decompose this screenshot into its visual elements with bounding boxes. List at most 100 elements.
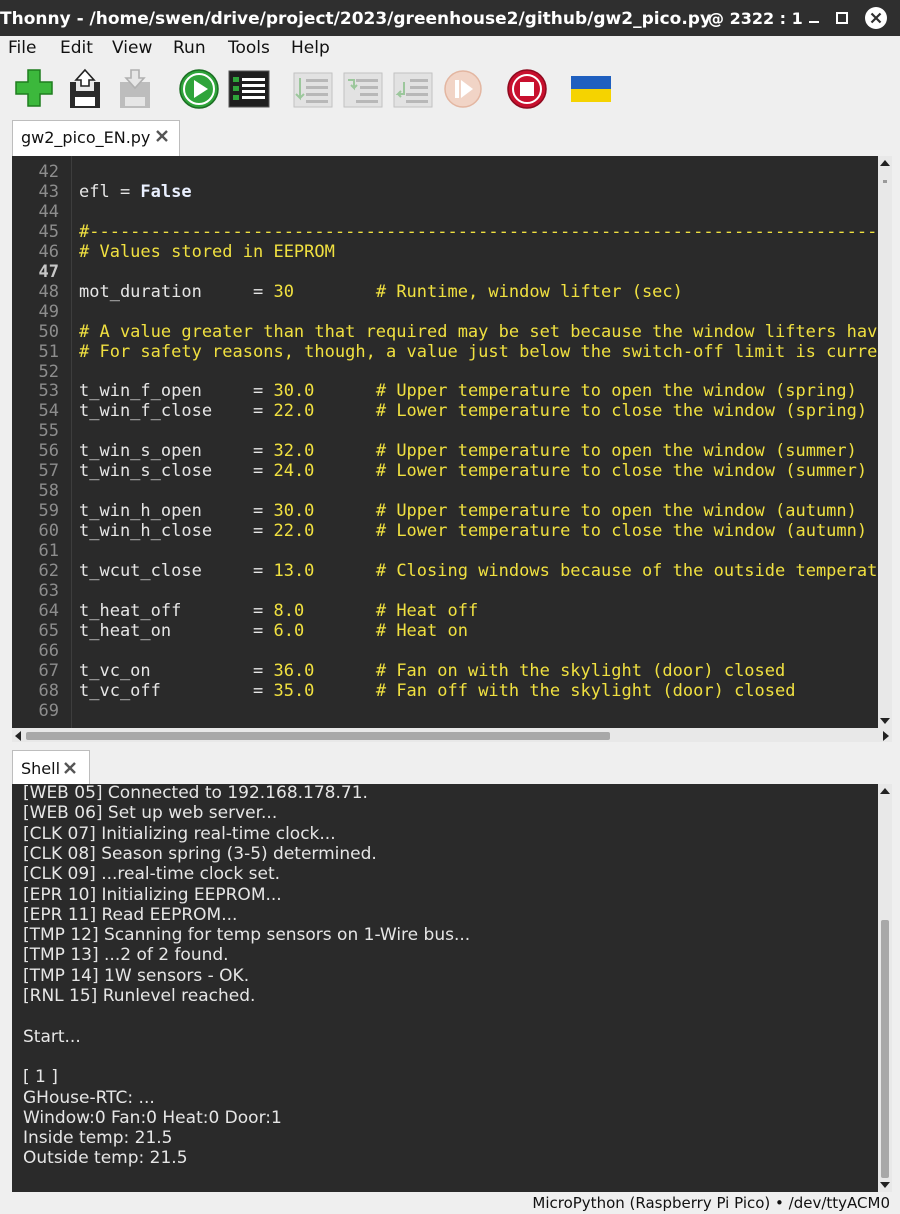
code-comment: # A value greater than that required may… — [79, 321, 878, 342]
code-editor[interactable]: 42 43 44 45 46 47 48 49 50 51 52 53 54 55 56 57 58 59 60 61… — [12, 156, 878, 728]
shell-output-line: [WEB 05] Connected to 192.168.178.71. — [23, 784, 368, 803]
status-bar: MicroPython (Raspberry Pi Pico) • /dev/t… — [0, 1194, 900, 1214]
code-number: 30 — [273, 281, 294, 302]
code-line: # For safety reasons, though, a value ju… — [79, 342, 878, 362]
line-number: 62 — [38, 561, 59, 581]
code-comment: # Upper temperature to open the window (… — [375, 441, 857, 462]
code-comment: # Heat on — [375, 620, 468, 641]
code-comment: # For safety reasons, though, a value ju… — [79, 341, 878, 362]
menu-help[interactable]: Help — [291, 38, 330, 58]
interpreter-status[interactable]: MicroPython (Raspberry Pi Pico) • /dev/t… — [532, 1194, 890, 1212]
shell-output-line: [RNL 15] Runlevel reached. — [23, 986, 256, 1006]
shell-tab-label: Shell — [21, 759, 61, 778]
line-number: 58 — [38, 481, 59, 502]
code-comment: # Upper temperature to open the window (… — [375, 381, 857, 402]
close-icon — [865, 7, 887, 29]
code-comment: # Lower temperature to close the window … — [375, 461, 868, 482]
stop-button[interactable] — [506, 68, 548, 110]
code-line: t_win_h_open = 30.0 # Upper temperature … — [79, 501, 857, 521]
shell-output-line: [TMP 12] Scanning for temp sensors on 1-… — [23, 925, 471, 946]
horizontal-scrollbar-icon — [15, 731, 889, 741]
line-number: 51 — [38, 341, 59, 362]
code-comment: # Lower temperature to close the window … — [375, 401, 868, 422]
ukraine-flag-icon — [571, 76, 611, 102]
code-number: 35.0 — [273, 680, 315, 701]
code-comment: # Heat off — [375, 600, 479, 621]
title-bar: Thonny - /home/swen/drive/project/2023/g… — [0, 0, 900, 36]
code-text: t_win_h_close = — [79, 521, 274, 542]
step-over-icon — [293, 72, 333, 108]
line-number: 59 — [38, 501, 59, 522]
tab-shell[interactable]: Shell — [12, 750, 90, 784]
code-keyword: False — [140, 181, 192, 202]
line-number: 43 — [38, 181, 59, 202]
new-file-button[interactable] — [14, 68, 56, 110]
line-number: 65 — [38, 620, 59, 641]
code-number: 6.0 — [273, 620, 305, 641]
play-icon — [179, 69, 219, 109]
tab-label: gw2_pico_EN.py — [21, 128, 151, 147]
maximize-button[interactable] — [830, 6, 854, 30]
step-out-button[interactable] — [392, 68, 434, 110]
debug-button[interactable] — [228, 68, 270, 110]
support-ukraine-button[interactable] — [570, 68, 612, 110]
line-number: 44 — [38, 201, 59, 222]
minimize-button[interactable] — [802, 6, 826, 30]
line-number: 69 — [38, 700, 59, 721]
shell-vertical-scrollbar[interactable] — [878, 784, 892, 1192]
step-over-button[interactable] — [292, 68, 334, 110]
code-line: t_vc_on = 36.0 # Fan on with the skyligh… — [79, 661, 785, 681]
menu-file[interactable]: File — [8, 38, 36, 58]
close-window-button[interactable] — [864, 6, 888, 30]
stop-icon — [507, 69, 547, 109]
plus-icon — [15, 69, 53, 107]
save-device-button[interactable] — [114, 68, 156, 110]
line-number: 67 — [38, 660, 59, 681]
code-text: t_win_s_close = — [79, 461, 274, 482]
menu-edit[interactable]: Edit — [60, 38, 93, 58]
editor-horizontal-scrollbar[interactable] — [12, 728, 892, 742]
shell-output-line: Start... — [23, 1026, 81, 1047]
code-number: 13.0 — [273, 561, 315, 581]
menu-run[interactable]: Run — [173, 38, 206, 58]
line-number: 52 — [38, 361, 59, 382]
resume-button[interactable] — [442, 68, 484, 110]
floppy-download-icon — [120, 69, 150, 108]
code-comment: # Closing windows because of the outside… — [375, 561, 878, 581]
shell-output-line: [WEB 06] Set up web server... — [23, 803, 278, 824]
menu-tools[interactable]: Tools — [228, 38, 270, 58]
shell-scrollbar-icon — [880, 788, 890, 1188]
code-line: t_win_f_close = 22.0 # Lower temperature… — [79, 401, 867, 421]
code-line: t_vc_off = 35.0 # Fan off with the skyli… — [79, 681, 795, 701]
menu-view[interactable]: View — [112, 38, 152, 58]
code-comment: # Values stored in EEPROM — [79, 241, 335, 262]
code-comment: # Fan off with the skylight (door) close… — [375, 680, 796, 701]
step-into-button[interactable] — [342, 68, 384, 110]
floppy-upload-icon — [70, 68, 100, 108]
shell-tab-strip: Shell — [0, 750, 900, 784]
line-number: 64 — [38, 600, 59, 621]
tab-gw2-pico-en[interactable]: gw2_pico_EN.py — [12, 120, 180, 156]
close-tab-icon[interactable] — [155, 129, 169, 143]
editor-vertical-scrollbar[interactable] — [878, 156, 892, 728]
line-number: 55 — [38, 421, 59, 442]
debug-icon — [228, 70, 270, 108]
code-number: 32.0 — [273, 441, 315, 462]
shell-output-line: [EPR 11] Read EEPROM... — [23, 904, 238, 925]
shell-console[interactable]: [WEB 05] Connected to 192.168.178.71. [WE… — [12, 784, 878, 1192]
shell-output-line: Outside temp: 21.5 — [23, 1148, 188, 1169]
resume-icon — [444, 70, 482, 108]
code-text: t_vc_on = — [79, 660, 274, 681]
run-button[interactable] — [178, 68, 220, 110]
close-shell-tab-icon[interactable] — [63, 761, 77, 775]
code-line: t_win_s_open = 32.0 # Upper temperature … — [79, 441, 857, 461]
shell-output-line: [TMP 14] 1W sensors - OK. — [23, 965, 250, 986]
save-file-button[interactable] — [64, 68, 106, 110]
shell-output-line: [EPR 10] Initializing EEPROM... — [23, 884, 282, 905]
code-line: t_wcut_close = 13.0 # Closing windows be… — [79, 561, 878, 581]
code-number: 30.0 — [273, 381, 315, 402]
